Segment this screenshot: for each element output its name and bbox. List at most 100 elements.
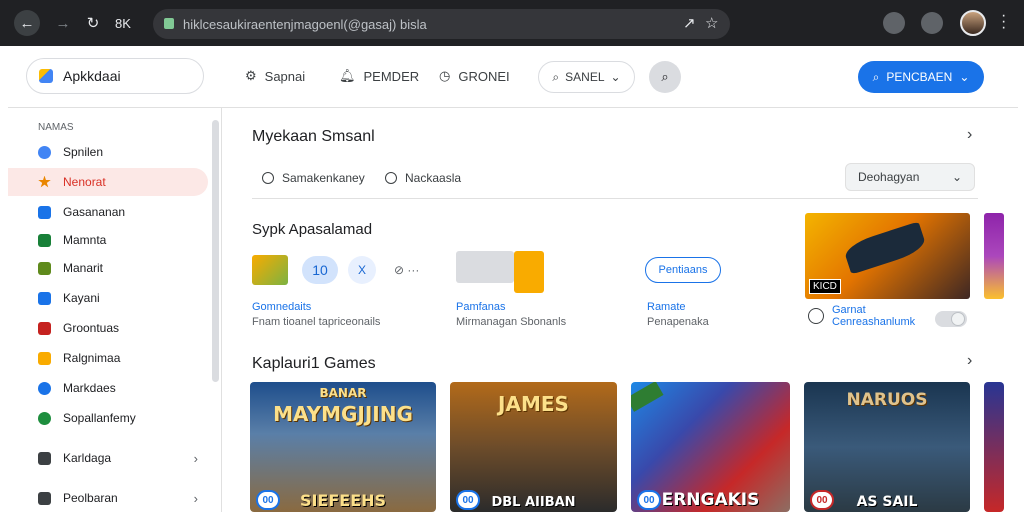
sidebar-item-label: Manarit — [63, 261, 104, 275]
reload-icon[interactable]: ↻ — [80, 10, 106, 36]
section-title-2: Sypk Apasalamad — [252, 221, 373, 238]
sidebar-item[interactable]: Markdaes — [8, 374, 208, 402]
game-badge: 00 — [637, 490, 661, 510]
card-title[interactable]: Ramate — [647, 301, 686, 313]
sidebar-item[interactable]: Peolbaran › — [8, 484, 208, 512]
extensions-icon[interactable] — [883, 12, 905, 34]
divider — [252, 198, 978, 199]
search-button[interactable]: ⌕ — [649, 61, 681, 93]
image-thumbnail[interactable] — [514, 251, 544, 293]
chevron-right-icon: › — [193, 450, 198, 466]
partial-thumbnail[interactable] — [984, 213, 1004, 299]
back-icon[interactable]: ← — [14, 10, 40, 36]
sidebar-item[interactable]: Sopallanfemy — [8, 404, 208, 432]
games-section-title: Kaplauri1 Games — [252, 355, 376, 372]
category-icon — [38, 491, 51, 505]
map-thumbnail[interactable] — [252, 255, 288, 285]
sidebar-item[interactable]: Manarit — [8, 254, 208, 282]
nav-link-1[interactable]: ⚙ Sapnai — [245, 68, 305, 84]
nav-link-label: Sapnai — [264, 68, 306, 84]
category-icon — [38, 411, 51, 425]
game-card[interactable]: BANAR MAYMGJJING SIEFEEHS 00 — [250, 382, 436, 512]
radio-option-2[interactable]: Nackaasla — [385, 171, 461, 185]
clock-icon: ◷ — [439, 68, 451, 83]
sort-select[interactable]: Deohagyan ⌄ — [845, 163, 975, 191]
sidebar-item[interactable]: Mamnta — [8, 226, 208, 254]
category-icon — [38, 321, 51, 335]
chevron-right-icon[interactable]: › — [967, 126, 972, 144]
game-card[interactable]: JAMES DBL AIIBAN 00 — [450, 382, 617, 512]
lock-icon — [164, 18, 174, 29]
settings-icon[interactable] — [921, 12, 943, 34]
chevron-right-icon[interactable]: › — [967, 352, 972, 370]
sidebar-item[interactable]: Groontuas — [8, 314, 208, 342]
card-title[interactable]: Pamfanas — [456, 301, 506, 313]
star-icon — [38, 175, 51, 188]
toggle-switch[interactable] — [935, 311, 967, 327]
game-card-partial[interactable] — [984, 382, 1004, 512]
radio-option-1[interactable]: Samakenkaney — [262, 171, 365, 185]
nav-link-2[interactable]: 🔔︎ PEMDER — [339, 68, 419, 84]
settings-icon: ⚙ — [245, 68, 257, 83]
brand-button[interactable]: Apkkdaai — [26, 58, 204, 94]
sidebar-item-label: Mamnta — [63, 233, 107, 247]
card-title[interactable]: Gomnedaits — [252, 301, 311, 313]
category-icon — [38, 205, 51, 219]
sort-select-label: Deohagyan — [858, 170, 920, 184]
address-bar[interactable]: hiklcesaukiraentenjmagoenl(@gasaj) bisla… — [153, 9, 730, 39]
forward-icon[interactable]: → — [50, 10, 76, 36]
app-topbar: Apkkdaai ⚙ Sapnai 🔔︎ PEMDER ◷ GRONEI ⌕ S… — [8, 46, 1018, 108]
more-menu-icon[interactable]: · · · — [1001, 8, 1006, 36]
category-icon — [38, 145, 51, 159]
chevron-right-icon: › — [193, 490, 198, 506]
sidebar-item-label: Kayani — [63, 291, 100, 305]
brand-label: Apkkdaai — [63, 68, 121, 84]
category-icon — [38, 291, 51, 305]
primary-button[interactable]: ⌕ PENCBAEN ⌄ — [858, 61, 984, 93]
card-title[interactable]: Garnat — [832, 304, 866, 316]
sidebar-item[interactable]: Karldaga › — [8, 444, 208, 472]
nav-link-label: PEMDER — [363, 68, 420, 84]
sidebar-scrollbar[interactable] — [212, 120, 219, 382]
count-badge[interactable]: 10 — [302, 256, 338, 284]
sidebar-item[interactable]: Nenorat — [8, 168, 208, 196]
card-subtitle: Cenreashanlumk — [832, 316, 916, 328]
bell-icon: 🔔︎ — [339, 68, 356, 83]
sidebar-item-label: Karldaga — [63, 451, 112, 465]
search-icon: ⌕ — [661, 69, 669, 84]
category-icon — [38, 233, 51, 247]
sidebar-item[interactable]: Ralgnimaa — [8, 344, 208, 372]
share-icon[interactable]: ↗ — [683, 14, 696, 32]
star-icon[interactable]: ☆ — [705, 14, 718, 32]
game-badge: 00 — [456, 490, 480, 510]
game-card[interactable]: ERNGAKIS 00 — [631, 382, 790, 512]
reader-label[interactable]: 8K — [110, 10, 136, 36]
avatar[interactable] — [960, 10, 986, 36]
radio-label: Samakenkaney — [282, 171, 365, 185]
outline-pill-button[interactable]: Pentiaans — [645, 257, 721, 283]
sidebar-item-label: Markdaes — [63, 381, 116, 395]
game-title: NARUOS — [846, 390, 928, 410]
radio-label: Nackaasla — [405, 171, 462, 185]
game-card[interactable]: NARUOS AS SAIL 00 — [804, 382, 970, 512]
sidebar-item[interactable]: Kayani — [8, 284, 208, 312]
sidebar-item-label: Gasananan — [63, 205, 126, 219]
card-subtitle: Fnam tioanel tapriceonails — [252, 316, 381, 328]
close-badge[interactable]: X — [348, 256, 376, 284]
game-supertitle: BANAR — [319, 386, 367, 400]
placeholder-thumbnail — [456, 251, 514, 283]
sidebar-item[interactable]: Gasananan — [8, 198, 208, 226]
game-title: MAYMGJJING — [273, 402, 413, 426]
url-text: hiklcesaukiraentenjmagoenl(@gasaj) bisla — [183, 16, 427, 32]
sidebar-item[interactable]: Spnilen — [8, 138, 208, 166]
main-content: Myekaan Smsanl › Samakenkaney Nackaasla … — [222, 108, 1018, 512]
section-title: Myekaan Smsanl — [252, 128, 375, 145]
chevron-down-icon: ⌄ — [951, 170, 962, 184]
search-icon: ⌕ — [552, 69, 560, 84]
nav-link-3[interactable]: ◷ GRONEI — [439, 68, 510, 84]
more-icon[interactable]: ⊘ ··· — [394, 263, 419, 277]
info-icon — [808, 308, 824, 324]
featured-thumbnail[interactable]: KICD — [805, 213, 970, 299]
radio-icon — [385, 172, 397, 184]
filter-dropdown[interactable]: ⌕ SANEL ⌄ — [538, 61, 635, 93]
